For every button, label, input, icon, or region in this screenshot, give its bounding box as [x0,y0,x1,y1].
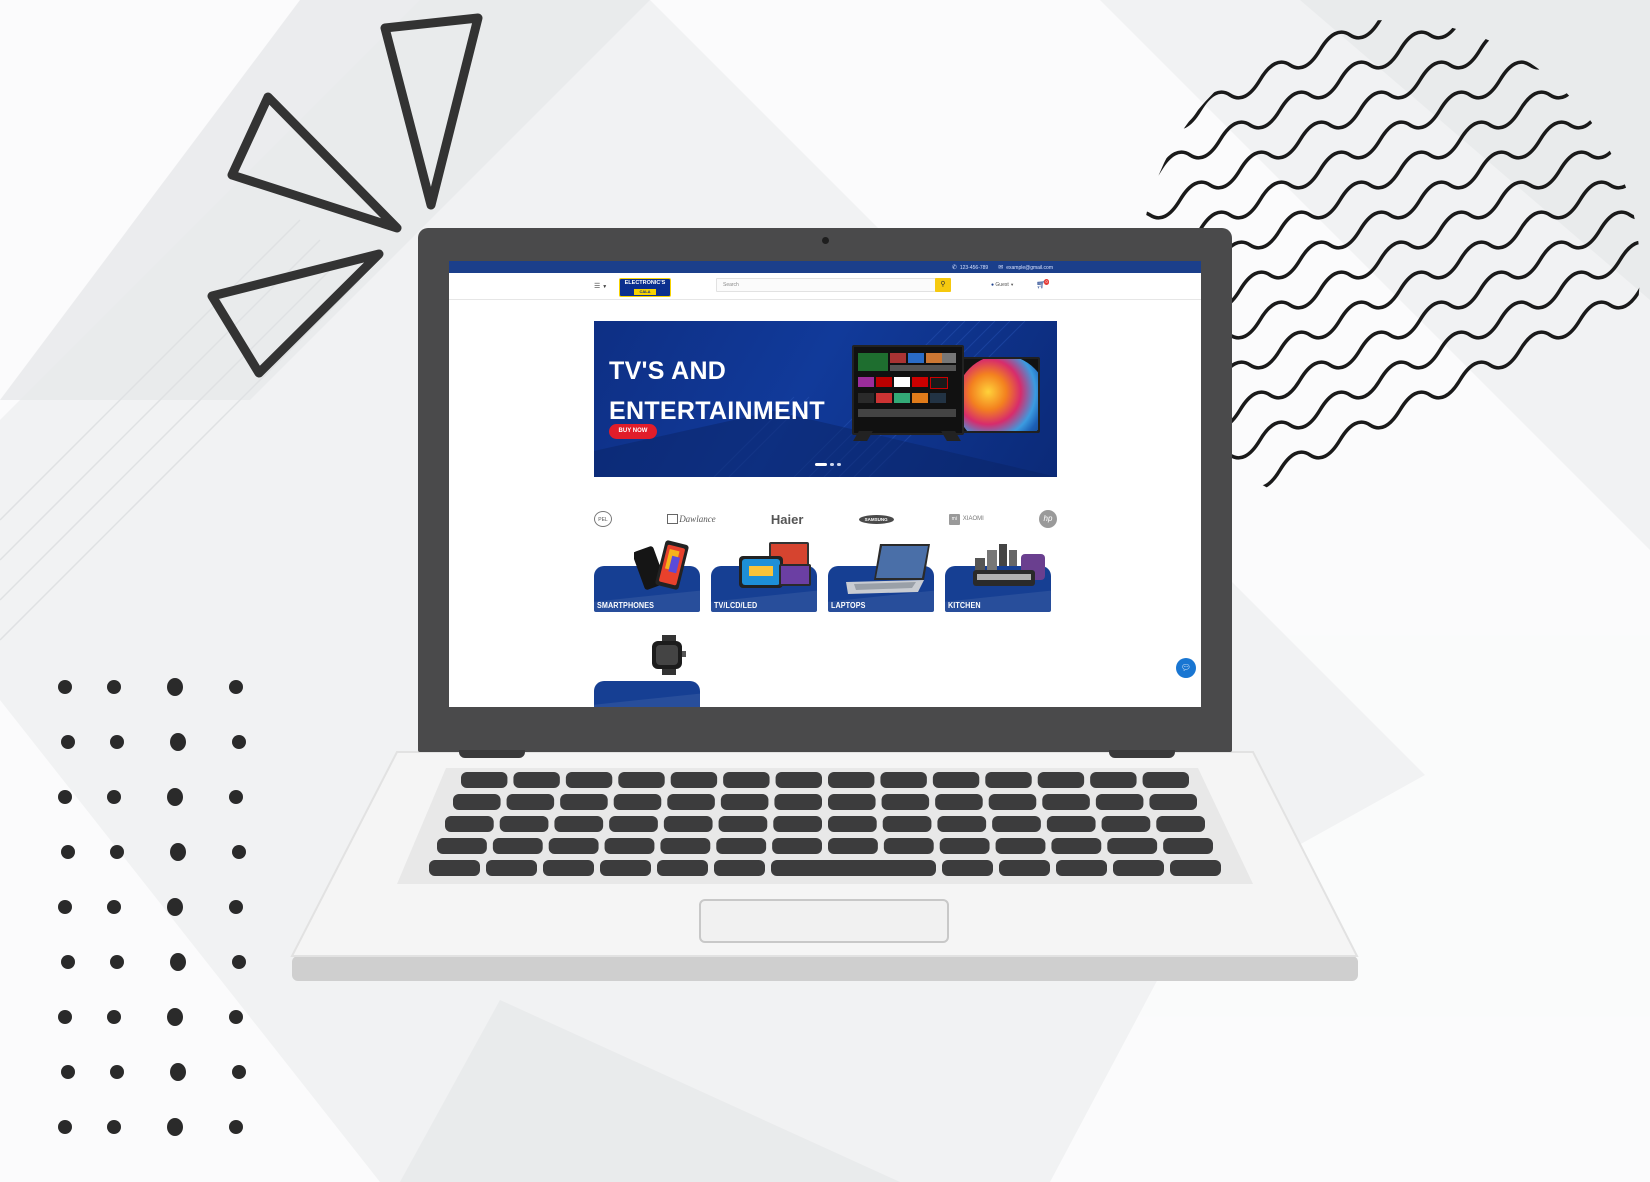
laptop-product-image [846,544,930,594]
search-icon: ⚲ [940,281,946,288]
envelope-icon: ✉ [998,264,1004,271]
decor-dot [110,735,124,749]
decor-dot [229,680,243,694]
brand-strip: PEL Dawlance Haier SAMSUNG mi XIAOMI hp [594,509,1057,529]
decor-dot [110,1065,124,1079]
decor-dot [107,790,121,804]
decor-dot [58,1010,72,1024]
website-screen: ✆ 123-456-789 ✉ example@gmail.com ☰ ▼ ELEC… [449,261,1201,707]
hero-banner[interactable]: TV'S AND ENTERTAINMENT BUY NOW [594,321,1057,477]
email-contact[interactable]: ✉ example@gmail.com [998,264,1053,271]
decor-dot [58,680,72,694]
category-card-tv[interactable]: TV/LCD/LED [711,540,817,612]
hero-title: TV'S AND ENTERTAINMENT [609,357,825,425]
phone-contact[interactable]: ✆ 123-456-789 [952,264,988,271]
phone-icon: ✆ [951,264,957,271]
brand-logo-hp[interactable]: hp [1039,510,1057,528]
decor-dot [170,953,186,971]
category-card-smartphones[interactable]: SMARTPHONES [594,540,700,612]
category-label: KITCHEN [948,601,981,610]
decor-dot [229,1120,243,1134]
menu-button[interactable]: ☰ ▼ [594,282,607,290]
decor-dot [61,1065,75,1079]
decor-dot [229,1010,243,1024]
contact-bar: ✆ 123-456-789 ✉ example@gmail.com [449,261,1201,273]
category-card-kitchen[interactable]: KITCHEN [945,540,1051,612]
webcam-icon [822,237,829,244]
decor-dot [229,790,243,804]
decor-dot [167,1118,183,1136]
logo-subtext: CALA [634,289,656,295]
cart-button[interactable]: 🛒︎ 0 [1036,279,1050,289]
decor-dot [170,1063,186,1081]
decor-dot [107,900,121,914]
search-input[interactable]: Search [716,278,939,292]
smartphone-image [634,540,689,590]
decor-dot [58,1120,72,1134]
decor-dot [58,900,72,914]
chat-widget-button[interactable]: 💬︎ [1176,658,1196,678]
smartwatch-image [652,635,686,675]
decor-dot [232,845,246,859]
hamburger-icon: ☰ [594,283,601,290]
site-logo[interactable]: ELECTRONIC'S CALA [619,278,671,297]
decor-dot [167,678,183,696]
brand-logo-pel[interactable]: PEL [594,511,612,527]
chevron-down-icon: ▼ [1010,282,1015,287]
decor-dot [167,1008,183,1026]
user-icon: ● [991,282,995,288]
category-card-watches[interactable] [594,635,700,707]
decor-dot [61,845,75,859]
chevron-down-icon: ▼ [602,284,608,290]
category-label: SMARTPHONES [597,601,654,610]
carousel-dot[interactable] [830,463,834,466]
decor-dot [61,735,75,749]
category-card-background [594,681,700,707]
hinge-right [1109,750,1175,758]
decor-dot [232,1065,246,1079]
carousel-dot[interactable] [837,463,841,466]
carousel-indicators [815,463,841,466]
decor-dot [229,900,243,914]
site-header: ☰ ▼ ELECTRONIC'S CALA Search ⚲ ● Guest ▼… [449,273,1201,300]
decor-dot [167,898,183,916]
account-menu[interactable]: ● Guest ▼ [991,282,1014,288]
decor-dot [232,735,246,749]
brand-logo-xiaomi[interactable]: mi XIAOMI [948,513,984,525]
decor-dot [107,1010,121,1024]
decor-dot [170,733,186,751]
search-button[interactable]: ⚲ [935,278,951,292]
smart-tv-product-image [852,345,964,435]
kitchen-appliance-image [973,544,1045,586]
category-label: TV/LCD/LED [714,601,758,610]
decor-dot [167,788,183,806]
decor-dot [170,843,186,861]
carousel-dot[interactable] [815,463,827,466]
category-card-laptops[interactable]: LAPTOPS [828,540,934,612]
brand-logo-haier[interactable]: Haier [771,512,804,527]
category-label: LAPTOPS [831,601,866,610]
buy-now-button[interactable]: BUY NOW [609,424,657,439]
tv-image [739,542,811,588]
brand-logo-samsung[interactable]: SAMSUNG [858,514,894,524]
decor-dot [58,790,72,804]
brand-logo-dawlance[interactable]: Dawlance [667,514,716,525]
decor-dot [107,1120,121,1134]
decor-dot [232,955,246,969]
chat-icon: 💬︎ [1180,663,1192,672]
decor-dot [110,845,124,859]
hinge-left [459,750,525,758]
cart-count-badge: 0 [1044,279,1050,285]
decor-dot [61,955,75,969]
decor-dot [110,955,124,969]
decor-dot [107,680,121,694]
